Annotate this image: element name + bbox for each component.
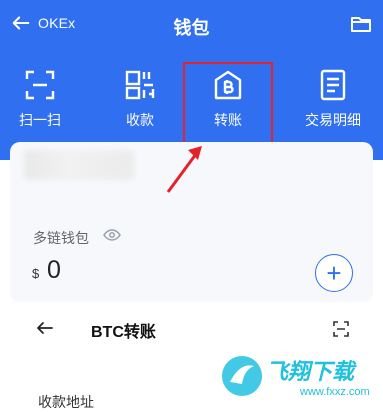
- scan-icon[interactable]: [332, 320, 350, 338]
- watermark-url: www.fxxz.com: [300, 386, 370, 398]
- highlight-box: [183, 62, 273, 144]
- folder-icon[interactable]: [349, 12, 373, 36]
- balance-value: 0: [47, 256, 61, 284]
- history-action[interactable]: 交易明细: [293, 62, 373, 130]
- chain-wallet-label: 多链钱包: [33, 230, 89, 246]
- currency-symbol: $: [32, 266, 40, 281]
- receive-label: 收款: [126, 112, 154, 128]
- watermark-title: 飞翔下载: [266, 359, 355, 384]
- document-list-icon: [320, 69, 346, 101]
- receive-action[interactable]: 收款: [100, 62, 180, 130]
- page-title: 钱包: [173, 18, 210, 38]
- qr-receive-icon: [125, 70, 155, 100]
- plus-icon: +: [326, 258, 342, 288]
- watermark-logo-icon: [222, 356, 262, 396]
- receive-address-label: 收款地址: [38, 394, 94, 410]
- transfer-title: BTC转账: [91, 324, 156, 341]
- watermark: 飞翔下载 www.fxxz.com: [220, 348, 380, 410]
- scan-icon: [25, 70, 55, 100]
- nav-bar: OKEx 钱包: [0, 0, 383, 50]
- scan-action[interactable]: 扫一扫: [0, 62, 80, 130]
- arrow-left-icon[interactable]: [36, 319, 54, 337]
- add-asset-button[interactable]: +: [315, 254, 353, 292]
- history-label: 交易明细: [305, 112, 361, 128]
- pointer-arrow-icon: [166, 146, 202, 193]
- blurred-wallet-name: [24, 150, 134, 180]
- scan-label: 扫一扫: [19, 112, 61, 128]
- eye-icon[interactable]: [103, 228, 121, 242]
